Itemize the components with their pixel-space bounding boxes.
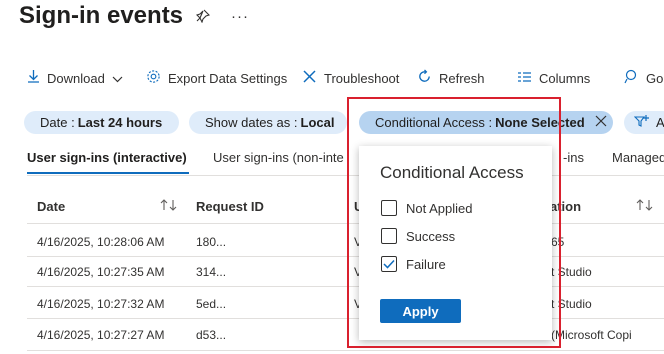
active-tab-indicator <box>27 172 189 174</box>
page-title: Sign-in events <box>19 2 184 29</box>
tabs-divider <box>27 175 664 176</box>
export-data-settings-button[interactable]: Export Data Settings <box>146 68 287 88</box>
row-date: 4/16/2025, 10:27:27 AM <box>37 328 165 342</box>
tab-user-sign-ins-non-interactive[interactable]: User sign-ins (non-inte <box>213 150 344 165</box>
gear-icon <box>146 69 161 88</box>
date-filter-pill[interactable]: Date : Last 24 hours <box>24 111 179 134</box>
row-divider <box>27 350 664 351</box>
columns-icon <box>517 70 532 87</box>
sort-icon[interactable] <box>160 198 178 217</box>
columns-button[interactable]: Columns <box>517 68 590 88</box>
header-divider <box>27 223 664 224</box>
more-options-icon[interactable]: ··· <box>231 8 249 25</box>
wrench-icon <box>302 69 317 88</box>
row-request-id: 314... <box>196 265 227 279</box>
show-dates-filter-pill[interactable]: Show dates as : Local <box>189 111 347 134</box>
pin-icon[interactable] <box>195 9 211 27</box>
show-dates-value: Local <box>300 115 335 130</box>
row-divider <box>27 318 664 319</box>
row-request-id: 5ed... <box>196 297 227 311</box>
download-icon <box>27 69 40 87</box>
row-request-id: d53... <box>196 328 227 342</box>
row-date: 4/16/2025, 10:27:35 AM <box>37 265 165 279</box>
download-button[interactable]: Download <box>27 68 123 88</box>
got-feedback-button[interactable]: Go <box>624 68 663 88</box>
row-date: 4/16/2025, 10:27:32 AM <box>37 297 165 311</box>
sort-icon[interactable] <box>636 198 654 217</box>
date-filter-value: Last 24 hours <box>77 115 163 130</box>
close-icon[interactable] <box>595 115 607 130</box>
date-filter-label: Date : <box>40 115 75 130</box>
troubleshoot-label: Troubleshoot <box>324 70 400 86</box>
add-filter-pill[interactable]: A <box>624 111 664 134</box>
refresh-button[interactable]: Refresh <box>417 68 485 88</box>
feedback-icon <box>624 69 639 88</box>
add-filter-label: A <box>656 115 664 130</box>
tab-managed-identity-sign-ins[interactable]: Managed <box>612 150 664 165</box>
row-request-id: 180... <box>196 235 227 249</box>
refresh-label: Refresh <box>439 70 485 86</box>
tab-user-sign-ins-interactive[interactable]: User sign-ins (interactive) <box>27 150 187 165</box>
download-label: Download <box>47 70 105 86</box>
got-feedback-label: Go <box>646 70 664 86</box>
columns-label: Columns <box>539 70 591 86</box>
show-dates-label: Show dates as : <box>205 115 298 130</box>
export-data-settings-label: Export Data Settings <box>168 70 288 86</box>
row-divider <box>27 256 664 257</box>
column-header-date[interactable]: Date <box>37 199 65 214</box>
add-filter-icon <box>633 114 650 131</box>
row-date: 4/16/2025, 10:28:06 AM <box>37 235 165 249</box>
refresh-icon <box>417 68 432 88</box>
highlight-box <box>347 97 561 348</box>
column-header-request-id[interactable]: Request ID <box>196 199 264 214</box>
chevron-down-icon <box>112 71 123 86</box>
tab-service-principal-sign-ins[interactable]: -ins <box>563 150 584 165</box>
row-divider <box>27 286 664 287</box>
troubleshoot-button[interactable]: Troubleshoot <box>302 68 399 88</box>
